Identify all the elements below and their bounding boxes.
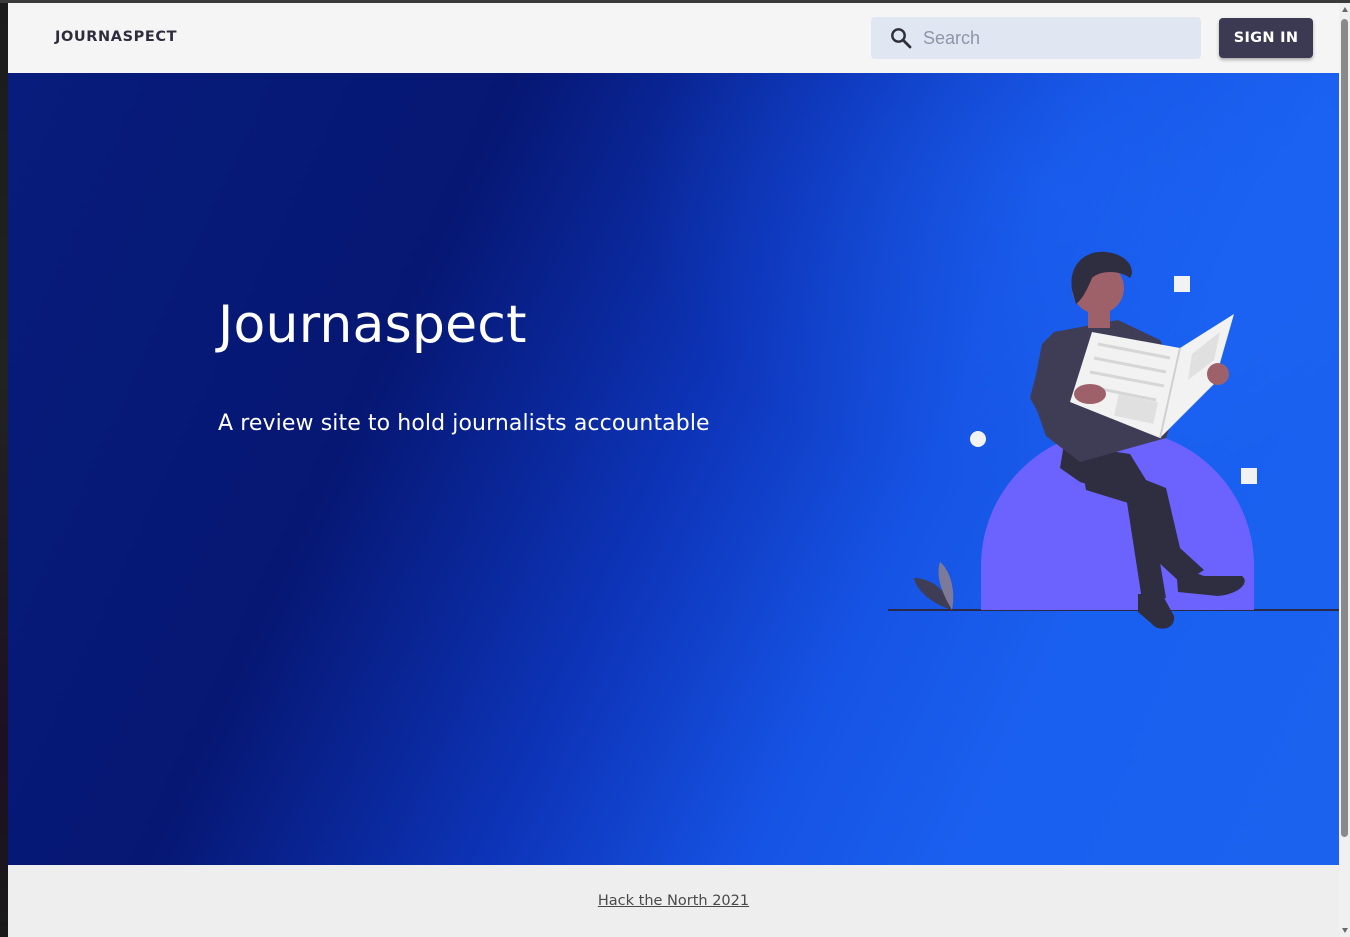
hero-subtitle: A review site to hold journalists accoun… [218, 411, 710, 436]
sign-in-button[interactable]: SIGN IN [1219, 18, 1313, 58]
search-input[interactable] [923, 17, 1193, 59]
vertical-scrollbar[interactable] [1339, 3, 1350, 937]
figure-hand [1074, 384, 1106, 404]
footer-link-row: Hack the North 2021 [8, 893, 1339, 909]
scrollbar-thumb[interactable] [1341, 19, 1348, 837]
search-box[interactable] [871, 17, 1201, 59]
figure-hand [1207, 363, 1229, 385]
hero-title: Journaspect [218, 295, 527, 355]
page-viewport: JOURNASPECT SIGN IN Journaspect A review… [8, 3, 1339, 937]
window-left-edge [0, 3, 8, 937]
hero-section: Journaspect A review site to hold journa… [8, 73, 1339, 865]
figure-neck [1088, 308, 1110, 328]
hack-the-north-link[interactable]: Hack the North 2021 [598, 893, 749, 909]
decorative-square [1241, 468, 1257, 484]
man-reading-newspaper-illustration [888, 251, 1339, 629]
decorative-dot [970, 431, 986, 447]
navbar: JOURNASPECT SIGN IN [8, 3, 1339, 73]
footer: Hack the North 2021 [8, 865, 1339, 937]
decorative-square [1174, 276, 1190, 292]
search-icon [891, 28, 912, 49]
brand-logo[interactable]: JOURNASPECT [55, 29, 177, 45]
scroll-up-arrow-icon[interactable] [1342, 7, 1348, 12]
browser-frame: JOURNASPECT SIGN IN Journaspect A review… [0, 0, 1350, 937]
scroll-down-arrow-icon[interactable] [1342, 928, 1348, 933]
